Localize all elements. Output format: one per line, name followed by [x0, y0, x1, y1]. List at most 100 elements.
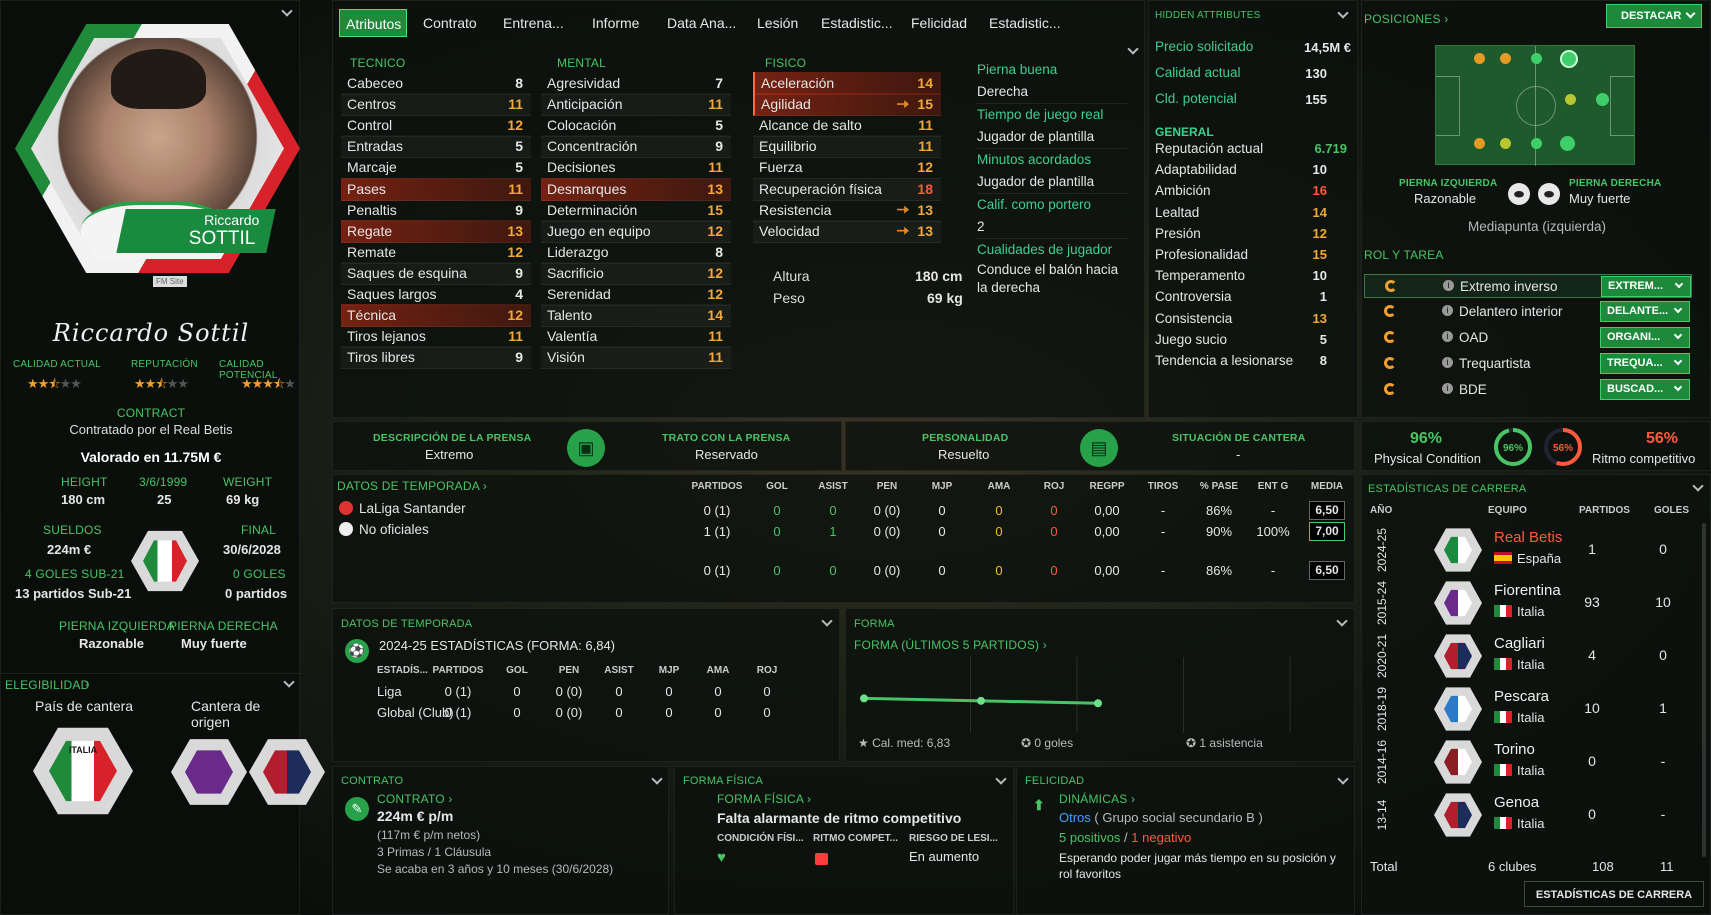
tab-informe[interactable]: Informe	[586, 9, 645, 37]
chevron-down-icon[interactable]	[821, 615, 833, 627]
attribute-row[interactable]: Alcance de salto 11	[753, 114, 941, 138]
career-row[interactable]: 2015-24 Fiorentina Italia 93 10	[1362, 576, 1702, 629]
position-dot[interactable]	[1560, 136, 1575, 151]
season-column-header[interactable]: ASIST	[803, 481, 863, 492]
season-column-header[interactable]: ROJ	[1024, 481, 1084, 492]
attribute-row[interactable]: Desmarques 13	[541, 177, 731, 201]
club-name[interactable]: Cagliari	[1494, 635, 1545, 652]
info-icon[interactable]: i	[1442, 383, 1453, 394]
attribute-row[interactable]: Serenidad 12	[541, 283, 731, 306]
info-icon[interactable]: i	[1442, 357, 1453, 368]
attribute-row[interactable]: Control 12	[341, 114, 531, 138]
attribute-row[interactable]: Equilibrio 11	[753, 135, 941, 159]
tab-data-analysis[interactable]: Data Ana...	[661, 9, 742, 37]
attribute-row[interactable]: Técnica 12	[341, 304, 531, 328]
position-dot[interactable]	[1500, 138, 1511, 149]
season-row[interactable]: No oficiales	[339, 522, 539, 542]
attribute-row[interactable]: Pases 11	[341, 177, 531, 201]
season-column-header[interactable]: TIROS	[1133, 481, 1193, 492]
career-row[interactable]: 2024-25 Real Betis España 1 0	[1362, 523, 1702, 576]
form-point[interactable]	[1094, 699, 1102, 708]
attribute-row[interactable]: Juego en equipo 12	[541, 219, 731, 243]
chevron-down-icon[interactable]	[283, 676, 295, 688]
position-dot[interactable]	[1474, 53, 1485, 64]
attribute-row[interactable]: Agilidad 15	[753, 93, 941, 117]
duty-dropdown[interactable]: BUSCAD...	[1600, 379, 1690, 400]
club-name[interactable]: Pescara	[1494, 688, 1549, 705]
attribute-row[interactable]: Liderazgo 8	[541, 241, 731, 264]
form-point[interactable]	[860, 694, 868, 703]
position-dot[interactable]	[1474, 138, 1485, 149]
season-column-header[interactable]: GOL	[747, 481, 807, 492]
position-dot[interactable]	[1500, 53, 1511, 64]
role-row[interactable]: i Trequartista TREQUA...	[1364, 352, 1692, 376]
position-dot[interactable]	[1531, 53, 1542, 64]
chevron-down-icon[interactable]	[1692, 480, 1704, 492]
chevron-down-icon[interactable]	[1337, 7, 1349, 19]
season-data-title[interactable]: DATOS DE TEMPORADA ›	[337, 479, 487, 493]
attribute-row[interactable]: Penaltis 9	[341, 199, 531, 222]
season-column-header[interactable]: ENT G	[1243, 481, 1303, 492]
attribute-row[interactable]: Talento 14	[541, 304, 731, 328]
attribute-row[interactable]: Saques de esquina 9	[341, 261, 531, 285]
attribute-row[interactable]: Agresividad 7	[541, 72, 731, 95]
happiness-sub[interactable]: DINÁMICAS ›	[1059, 792, 1135, 806]
info-icon[interactable]: i	[1442, 331, 1453, 342]
attribute-row[interactable]: Regate 13	[341, 219, 531, 243]
attribute-row[interactable]: Remate 12	[341, 241, 531, 264]
season-stats-header[interactable]: PARTIDOS	[428, 665, 488, 676]
chevron-down-icon[interactable]	[651, 773, 663, 785]
attribute-row[interactable]: Colocación 5	[541, 114, 731, 138]
attribute-row[interactable]: Cabeceo 8	[341, 72, 531, 95]
social-group-link[interactable]: Otros	[1059, 810, 1091, 825]
career-row[interactable]: 2020-21 Cagliari Italia 4 0	[1362, 629, 1702, 682]
club-name[interactable]: Fiorentina	[1494, 582, 1561, 599]
contract-sub[interactable]: CONTRATO ›	[377, 792, 453, 806]
position-dot-selected[interactable]	[1560, 50, 1578, 68]
highlight-button[interactable]: DESTACAR	[1606, 4, 1702, 28]
career-row[interactable]: 2018-19 Pescara Italia 10 1	[1362, 682, 1702, 735]
career-scrollbar[interactable]	[1702, 523, 1706, 857]
fitness-sub[interactable]: FORMA FÍSICA ›	[717, 792, 811, 806]
tab-atributos[interactable]: Atributos	[339, 9, 407, 37]
attribute-row[interactable]: Velocidad 13	[753, 219, 941, 243]
tab-lesion[interactable]: Lesión	[751, 9, 804, 37]
form-subtitle[interactable]: FORMA (ÚLTIMOS 5 PARTIDOS) ›	[854, 638, 1047, 652]
season-column-header[interactable]: PEN	[857, 481, 917, 492]
career-stats-button[interactable]: ESTADÍSTICAS DE CARRERA	[1524, 881, 1704, 907]
role-row[interactable]: i BDE BUSCAD...	[1364, 378, 1692, 402]
info-icon[interactable]: i	[1442, 305, 1453, 316]
agreed-minutes-label[interactable]: Minutos acordados	[977, 149, 1127, 171]
attribute-row[interactable]: Marcaje 5	[341, 156, 531, 180]
season-row[interactable]: LaLiga Santander	[339, 501, 539, 521]
tab-contrato[interactable]: Contrato	[417, 9, 483, 37]
duty-dropdown[interactable]: TREQUA...	[1600, 353, 1690, 374]
attribute-row[interactable]: Concentración 9	[541, 135, 731, 159]
chevron-down-icon[interactable]	[1127, 43, 1139, 55]
club-name[interactable]: Real Betis	[1494, 529, 1562, 546]
position-dot[interactable]	[1565, 94, 1576, 105]
attribute-row[interactable]: Decisiones 11	[541, 156, 731, 180]
attribute-row[interactable]: Determinación 15	[541, 199, 731, 222]
position-dot[interactable]	[1596, 93, 1609, 106]
season-stats-header[interactable]: GOL	[487, 665, 547, 676]
season-column-header[interactable]: % PASE	[1189, 481, 1249, 492]
position-dot[interactable]	[1531, 138, 1542, 149]
attribute-row[interactable]: Sacrificio 12	[541, 261, 731, 285]
attribute-row[interactable]: Valentía 11	[541, 325, 731, 349]
career-row[interactable]: 2014-16 Torino Italia 0 -	[1362, 735, 1702, 788]
tab-estadisticas-1[interactable]: Estadistic...	[815, 9, 899, 37]
attribute-row[interactable]: Fuerza 12	[753, 156, 941, 180]
attribute-row[interactable]: Aceleración 14	[753, 72, 941, 95]
tab-felicidad[interactable]: Felicidad	[905, 9, 973, 37]
duty-dropdown[interactable]: EXTREM...	[1601, 276, 1691, 297]
season-column-header[interactable]: PARTIDOS	[687, 481, 747, 492]
career-row[interactable]: 13-14 Genoa Italia 0 -	[1362, 788, 1702, 841]
duty-dropdown[interactable]: ORGANI...	[1600, 327, 1690, 348]
attribute-row[interactable]: Entradas 5	[341, 135, 531, 159]
season-column-header[interactable]: AMA	[969, 481, 1029, 492]
attribute-row[interactable]: Resistencia 13	[753, 199, 941, 222]
traits-label[interactable]: Cualidades de jugador	[977, 239, 1127, 261]
season-stats-header[interactable]: ROJ	[737, 665, 797, 676]
tab-estadisticas-2[interactable]: Estadistic...	[983, 9, 1067, 37]
